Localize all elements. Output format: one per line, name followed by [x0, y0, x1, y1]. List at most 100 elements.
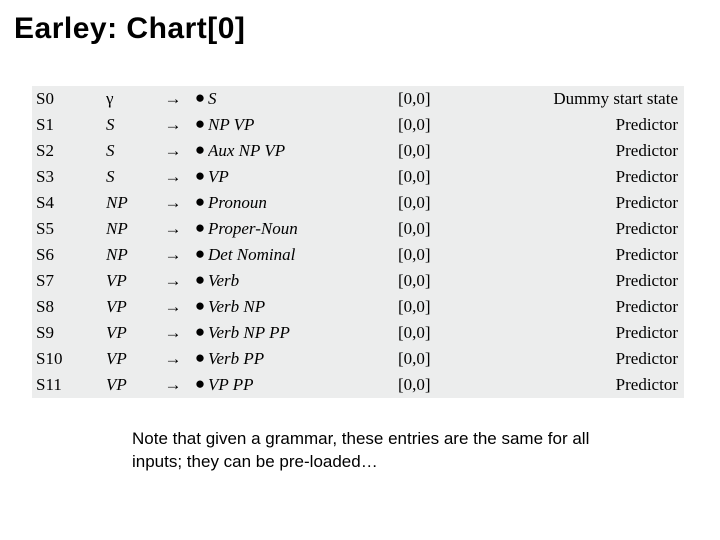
- arrow-icon: →: [154, 323, 192, 343]
- arrow-icon: →: [154, 115, 192, 135]
- arrow-icon: →: [154, 167, 192, 187]
- rule-lhs: NP: [106, 193, 154, 213]
- dot-icon: ●: [192, 218, 208, 238]
- rule-rhs: Verb: [208, 271, 398, 291]
- rule-rhs: Proper-Noun: [208, 219, 398, 239]
- state-id: S3: [32, 167, 106, 187]
- span-cell: [0,0]: [398, 297, 498, 317]
- arrow-icon: →: [154, 375, 192, 395]
- dot-icon: ●: [192, 244, 208, 264]
- rule-rhs: NP VP: [208, 115, 398, 135]
- row-label: Predictor: [498, 271, 684, 291]
- row-label: Predictor: [498, 141, 684, 161]
- state-id: S5: [32, 219, 106, 239]
- row-label: Predictor: [498, 193, 684, 213]
- row-label: Predictor: [498, 375, 684, 395]
- state-id: S0: [32, 89, 106, 109]
- dot-icon: ●: [192, 348, 208, 368]
- dot-icon: ●: [192, 166, 208, 186]
- rule-lhs: VP: [106, 349, 154, 369]
- state-id: S4: [32, 193, 106, 213]
- rule-rhs: Aux NP VP: [208, 141, 398, 161]
- row-label: Predictor: [498, 167, 684, 187]
- rule-lhs: NP: [106, 245, 154, 265]
- footnote: Note that given a grammar, these entries…: [132, 428, 592, 474]
- dot-icon: ●: [192, 322, 208, 342]
- arrow-icon: →: [154, 193, 192, 213]
- state-id: S6: [32, 245, 106, 265]
- span-cell: [0,0]: [398, 323, 498, 343]
- rule-lhs: VP: [106, 271, 154, 291]
- table-row: S4NP→●Pronoun[0,0]Predictor: [32, 190, 684, 216]
- table-row: S6NP→●Det Nominal[0,0]Predictor: [32, 242, 684, 268]
- span-cell: [0,0]: [398, 349, 498, 369]
- row-label: Predictor: [498, 297, 684, 317]
- dot-icon: ●: [192, 296, 208, 316]
- row-label: Predictor: [498, 245, 684, 265]
- rule-lhs: γ: [106, 89, 154, 109]
- rule-rhs: Verb NP PP: [208, 323, 398, 343]
- rule-lhs: VP: [106, 375, 154, 395]
- table-row: S0γ→●S[0,0]Dummy start state: [32, 86, 684, 112]
- arrow-icon: →: [154, 141, 192, 161]
- span-cell: [0,0]: [398, 375, 498, 395]
- dot-icon: ●: [192, 192, 208, 212]
- table-row: S11VP→●VP PP[0,0]Predictor: [32, 372, 684, 398]
- table-row: S5NP→●Proper-Noun[0,0]Predictor: [32, 216, 684, 242]
- arrow-icon: →: [154, 219, 192, 239]
- span-cell: [0,0]: [398, 89, 498, 109]
- span-cell: [0,0]: [398, 219, 498, 239]
- span-cell: [0,0]: [398, 245, 498, 265]
- dot-icon: ●: [192, 270, 208, 290]
- state-id: S2: [32, 141, 106, 161]
- dot-icon: ●: [192, 88, 208, 108]
- state-id: S9: [32, 323, 106, 343]
- span-cell: [0,0]: [398, 115, 498, 135]
- rule-rhs: S: [208, 89, 398, 109]
- arrow-icon: →: [154, 89, 192, 109]
- rule-rhs: VP PP: [208, 375, 398, 395]
- rule-rhs: Verb PP: [208, 349, 398, 369]
- row-label: Predictor: [498, 349, 684, 369]
- table-row: S7VP→●Verb[0,0]Predictor: [32, 268, 684, 294]
- rule-rhs: VP: [208, 167, 398, 187]
- rule-lhs: S: [106, 141, 154, 161]
- arrow-icon: →: [154, 245, 192, 265]
- state-id: S10: [32, 349, 106, 369]
- rule-rhs: Pronoun: [208, 193, 398, 213]
- table-row: S2S→●Aux NP VP[0,0]Predictor: [32, 138, 684, 164]
- dot-icon: ●: [192, 114, 208, 134]
- table-row: S3S→●VP[0,0]Predictor: [32, 164, 684, 190]
- span-cell: [0,0]: [398, 271, 498, 291]
- span-cell: [0,0]: [398, 193, 498, 213]
- table-row: S8VP→●Verb NP[0,0]Predictor: [32, 294, 684, 320]
- table-row: S9VP→●Verb NP PP[0,0]Predictor: [32, 320, 684, 346]
- dot-icon: ●: [192, 374, 208, 394]
- rule-lhs: VP: [106, 323, 154, 343]
- table-row: S10VP→●Verb PP[0,0]Predictor: [32, 346, 684, 372]
- row-label: Dummy start state: [498, 89, 684, 109]
- state-id: S11: [32, 375, 106, 395]
- rule-lhs: VP: [106, 297, 154, 317]
- page-title: Earley: Chart[0]: [14, 12, 245, 46]
- span-cell: [0,0]: [398, 141, 498, 161]
- row-label: Predictor: [498, 323, 684, 343]
- arrow-icon: →: [154, 297, 192, 317]
- slide: Earley: Chart[0] S0γ→●S[0,0]Dummy start …: [0, 0, 720, 540]
- rule-lhs: S: [106, 167, 154, 187]
- state-id: S7: [32, 271, 106, 291]
- arrow-icon: →: [154, 271, 192, 291]
- state-id: S8: [32, 297, 106, 317]
- dot-icon: ●: [192, 140, 208, 160]
- rule-rhs: Det Nominal: [208, 245, 398, 265]
- rule-lhs: S: [106, 115, 154, 135]
- row-label: Predictor: [498, 115, 684, 135]
- row-label: Predictor: [498, 219, 684, 239]
- state-id: S1: [32, 115, 106, 135]
- span-cell: [0,0]: [398, 167, 498, 187]
- arrow-icon: →: [154, 349, 192, 369]
- chart-table: S0γ→●S[0,0]Dummy start stateS1S→●NP VP[0…: [32, 86, 684, 398]
- rule-rhs: Verb NP: [208, 297, 398, 317]
- rule-lhs: NP: [106, 219, 154, 239]
- table-row: S1S→●NP VP[0,0]Predictor: [32, 112, 684, 138]
